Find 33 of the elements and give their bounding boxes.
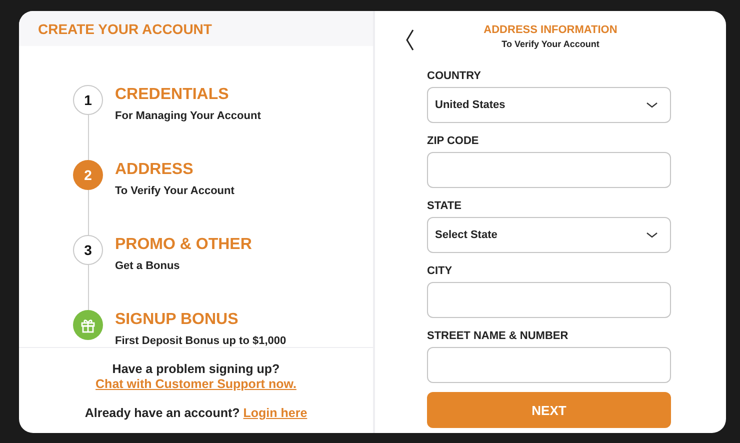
chevron-down-icon [646, 232, 658, 238]
login-link[interactable]: Login here [243, 406, 308, 420]
support-link[interactable]: Chat with Customer Support now. [96, 377, 296, 391]
step-number: 1 [73, 85, 103, 115]
field-label: COUNTRY [427, 70, 482, 82]
gift-icon [73, 310, 103, 340]
select-field[interactable]: Select State [427, 217, 671, 253]
input-field[interactable] [427, 152, 671, 188]
step-subtitle: To Verify Your Account [115, 185, 234, 197]
step-title: PROMO & OTHER [115, 236, 252, 254]
input-field[interactable] [427, 347, 671, 383]
step-subtitle: Get a Bonus [115, 260, 181, 272]
form-title: ADDRESS INFORMATION [484, 24, 618, 36]
field-label: CITY [427, 265, 454, 277]
form-subtitle: To Verify Your Account [502, 39, 600, 49]
step-title: CREDENTIALS [115, 86, 230, 104]
step-subtitle: For Managing Your Account [115, 110, 261, 122]
panel-title: CREATE YOUR ACCOUNT [38, 20, 212, 36]
step-subtitle: First Deposit Bonus up to $1,000 [115, 335, 286, 347]
field-label: ZIP CODE [427, 135, 480, 147]
field-label: STATE [427, 200, 462, 212]
step-title: ADDRESS [115, 161, 194, 179]
step-number: 3 [73, 235, 103, 265]
next-button[interactable]: NEXT [427, 392, 671, 428]
back-icon[interactable] [405, 29, 415, 51]
input-field[interactable] [427, 282, 671, 318]
field-label: STREET NAME & NUMBER [427, 330, 570, 342]
chevron-down-icon [646, 102, 658, 108]
login-text: Already have an account? Login here [84, 406, 308, 421]
step-title: SIGNUP BONUS [115, 311, 240, 329]
help-text: Have a problem signing up? Chat with Customer Support now. [94, 362, 298, 392]
select-field[interactable]: United States [427, 87, 671, 123]
step-number: 2 [73, 160, 103, 190]
